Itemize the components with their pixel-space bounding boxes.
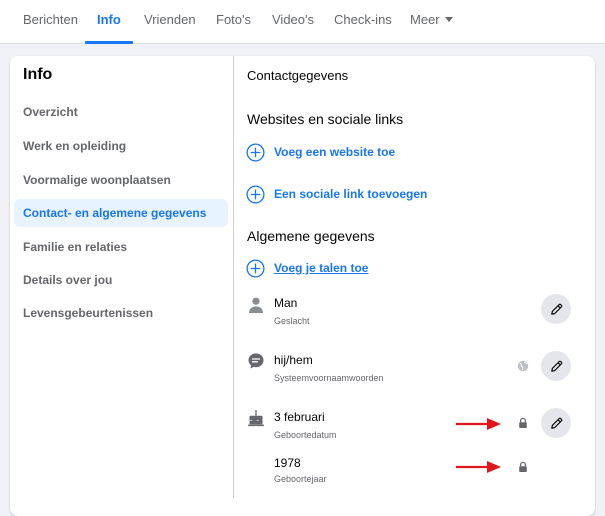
sidebar-item-overzicht[interactable]: Overzicht (14, 98, 228, 126)
add-languages-link[interactable]: Voeg je talen toe (246, 258, 368, 278)
edit-birthdate-button[interactable] (541, 408, 571, 438)
pencil-icon (550, 417, 562, 429)
pencil-icon (550, 303, 562, 315)
pronouns-value: hij/hem (274, 353, 313, 367)
birthyear-label: Geboortejaar (274, 474, 327, 484)
tab-fotos[interactable]: Foto's (216, 0, 251, 44)
plus-circle-icon (246, 184, 265, 204)
tab-berichten[interactable]: Berichten (23, 0, 78, 44)
person-icon (249, 297, 263, 313)
annotation-arrow-icon (456, 461, 501, 473)
tab-check-ins[interactable]: Check-ins (334, 0, 392, 44)
cake-icon (248, 409, 264, 427)
lock-icon[interactable] (517, 461, 529, 473)
tab-meer[interactable]: Meer (410, 0, 453, 44)
birthyear-value: 1978 (274, 456, 301, 470)
pronouns-label: Systeemvoornaamwoorden (274, 373, 384, 383)
general-section-title: Algemene gegevens (247, 228, 375, 244)
edit-pronouns-button[interactable] (541, 351, 571, 381)
tab-meer-label: Meer (410, 12, 440, 27)
sidebar-title: Info (23, 66, 53, 83)
sidebar-item-levensgebeurtenissen[interactable]: Levensgebeurtenissen (14, 299, 228, 327)
plus-circle-icon (246, 258, 265, 278)
birthdate-label: Geboortedatum (274, 430, 337, 440)
pencil-icon (550, 360, 562, 372)
birthdate-value: 3 februari (274, 410, 325, 424)
add-website-label: Voeg een website toe (274, 145, 396, 159)
gender-value: Man (274, 296, 298, 310)
caret-down-icon (444, 17, 453, 23)
tab-info[interactable]: Info (85, 0, 133, 44)
websites-section-title: Websites en sociale links (247, 111, 404, 127)
sidebar-item-familie-en-relaties[interactable]: Familie en relaties (14, 233, 228, 261)
contact-header: Contactgegevens (247, 68, 349, 83)
add-social-link[interactable]: Een sociale link toevoegen (246, 184, 427, 204)
edit-gender-button[interactable] (541, 294, 571, 324)
plus-circle-icon (246, 142, 265, 162)
add-languages-label: Voeg je talen toe (274, 261, 369, 275)
tab-vrienden[interactable]: Vrienden (144, 0, 196, 44)
card-divider (233, 56, 234, 498)
sidebar-item-werk-en-opleiding[interactable]: Werk en opleiding (14, 132, 228, 160)
sidebar-item-voormalige-woonplaatsen[interactable]: Voormalige woonplaatsen (14, 166, 228, 194)
tab-videos[interactable]: Video's (272, 0, 314, 44)
annotation-arrow-icon (456, 418, 501, 430)
sidebar-item-details-over-jou[interactable]: Details over jou (14, 266, 228, 294)
sidebar-item-contact-en-algemene-gegevens[interactable]: Contact- en algemene gegevens (14, 199, 228, 227)
add-website-link[interactable]: Voeg een website toe (246, 142, 395, 162)
speech-bubble-icon (248, 353, 264, 369)
lock-icon[interactable] (517, 417, 529, 429)
add-social-label: Een sociale link toevoegen (274, 187, 428, 201)
globe-icon[interactable] (517, 360, 529, 372)
profile-tabs-bar: Berichten Info Vrienden Foto's Video's C… (0, 0, 605, 44)
gender-label: Geslacht (274, 316, 310, 326)
